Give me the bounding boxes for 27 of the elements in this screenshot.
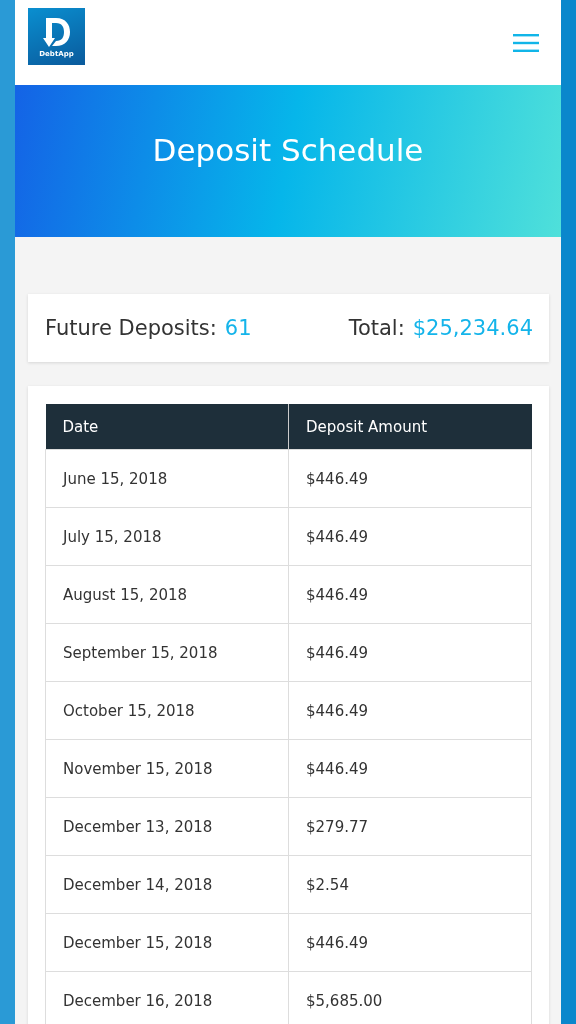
table-cell: $446.49 [288,913,532,972]
column-header: Date [45,404,289,450]
deposits-label: Future Deposits: [45,316,217,340]
table-cell: December 14, 2018 [45,855,289,914]
table-cell: $446.49 [288,681,532,740]
table-cell: $446.49 [288,623,532,682]
table-cell: $446.49 [288,449,532,508]
table-cell: $446.49 [288,565,532,624]
deposits-count: 61 [224,316,252,340]
table-cell: November 15, 2018 [45,739,289,798]
table-cell: $446.49 [288,739,532,798]
table-cell: December 15, 2018 [45,913,289,972]
table-cell: December 13, 2018 [45,797,289,856]
column-header: Deposit Amount [288,404,532,450]
page-title: Deposit Schedule [152,132,424,168]
table-cell: July 15, 2018 [45,507,289,566]
menu-icon[interactable] [513,33,539,52]
table-cell: $279.77 [288,797,532,856]
table-cell: $446.49 [288,507,532,566]
table-cell: June 15, 2018 [45,449,289,508]
table-cell: $2.54 [288,855,532,914]
table-cell: August 15, 2018 [45,565,289,624]
table-cell: October 15, 2018 [45,681,289,740]
total-amount: $25,234.64 [412,316,533,340]
table-cell: September 15, 2018 [45,623,289,682]
table-cell: December 16, 2018 [45,971,289,1024]
total-label: Total: [348,316,405,340]
